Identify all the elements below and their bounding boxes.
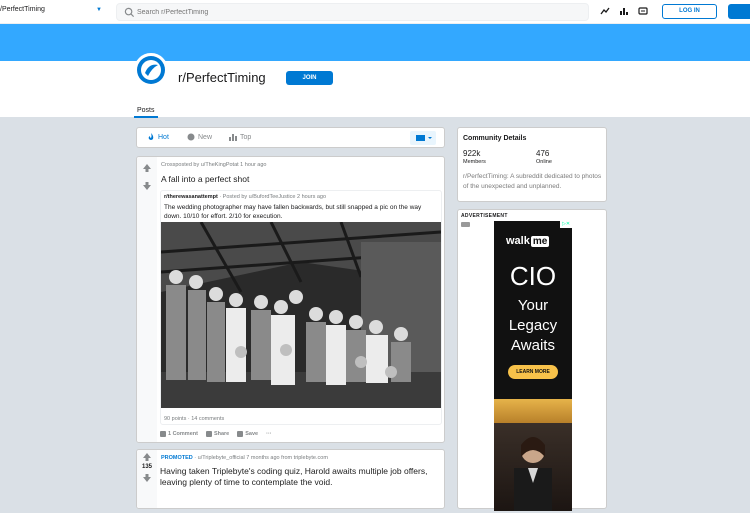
community-details-card: Community Details 922k Members 476 Onlin…	[457, 127, 607, 202]
upvote-icon[interactable]	[143, 453, 151, 461]
stats-icon[interactable]	[619, 6, 629, 16]
downvote-icon[interactable]	[143, 474, 151, 482]
flame-icon	[148, 133, 154, 140]
sort-bar: Hot New Top	[136, 127, 445, 148]
crosspost-stats: 90 points · 14 comments	[164, 416, 225, 422]
trending-icon[interactable]	[600, 6, 610, 16]
page-title: r/PerfectTiming	[178, 70, 266, 85]
sparkle-icon	[187, 133, 195, 141]
search-bar[interactable]	[116, 3, 589, 21]
vote-count: 135	[141, 464, 152, 470]
community-logo-icon	[137, 56, 165, 84]
ad-brand-box: me	[530, 236, 550, 247]
vote-column: 135	[137, 450, 157, 508]
community-details-title: Community Details	[463, 135, 527, 142]
sort-top[interactable]: Top	[229, 133, 251, 141]
crosspost-subreddit[interactable]: r/therewasanattempt	[164, 194, 218, 200]
comment-icon	[160, 431, 166, 437]
ad-line-1: Your	[517, 297, 549, 314]
ad-learn-more-button[interactable]: LEARN MORE	[508, 365, 558, 379]
share-label: Share	[213, 431, 230, 437]
promoted-badge: PROMOTED	[161, 455, 193, 461]
post-title[interactable]: A fall into a perfect shot	[161, 174, 249, 184]
bookmark-icon	[237, 431, 244, 437]
crosspost-meta: Crossposted by u/TheKingPotat 1 hour ago	[161, 162, 267, 168]
ad-brand-text: walk	[506, 235, 530, 247]
ad-line-3: Awaits	[511, 337, 555, 354]
save-button[interactable]: Save	[237, 431, 258, 437]
chevron-down-icon: ▼	[96, 7, 102, 13]
ad-headline: CIO	[509, 261, 557, 291]
join-button[interactable]: JOIN	[286, 71, 333, 85]
post-image[interactable]	[161, 222, 441, 408]
card-view-icon	[416, 135, 432, 141]
crosspost-author-meta: · Posted by u/BufordTeeJustice 2 hours a…	[217, 194, 327, 200]
ad-choices-icon[interactable]	[461, 222, 470, 227]
ad-decor	[494, 399, 572, 423]
crosspost-card[interactable]: r/therewasanattempt · Posted by u/Buford…	[160, 190, 442, 425]
advertisement-label: ADVERTISEMENT	[461, 213, 508, 219]
vote-column	[137, 157, 157, 442]
ad-portrait-image	[494, 423, 572, 511]
sort-hot-label: Hot	[158, 133, 169, 141]
ad-banner[interactable]: ▷✕ walk me CIO Your Legacy Awaits LEARN M…	[494, 221, 572, 511]
comments-button[interactable]: 1 Comment	[160, 431, 198, 437]
members-count: 922k	[463, 149, 481, 158]
more-options-button[interactable]: ···	[266, 431, 272, 437]
crosspost-inner-meta: r/therewasanattempt · Posted by u/Buford…	[164, 194, 326, 200]
crosspost-text: The wedding photographer may have fallen…	[164, 204, 422, 220]
chat-icon[interactable]	[638, 6, 648, 16]
promoted-meta: PROMOTED · u/Triplebyte_official 7 month…	[161, 455, 328, 461]
members-label: Members	[463, 159, 486, 165]
share-icon	[205, 431, 212, 437]
ad-brand: walk me	[506, 235, 550, 247]
sort-new-label: New	[198, 133, 213, 141]
promoted-post-card[interactable]: 135 PROMOTED · u/Triplebyte_official 7 m…	[136, 449, 445, 509]
top-bar: /PerfectTiming ▼ LOG IN SI	[0, 0, 750, 24]
advertisement-card: ADVERTISEMENT ▷✕ walk me CIO Your Legacy …	[457, 209, 607, 511]
community-banner	[0, 24, 750, 61]
post-card[interactable]: Crossposted by u/TheKingPotat 1 hour ago…	[136, 156, 445, 443]
online-count: 476	[536, 149, 550, 158]
save-label: Save	[245, 431, 259, 437]
search-input[interactable]	[137, 6, 577, 18]
bar-chart-icon	[229, 134, 237, 141]
view-toggle-button[interactable]	[410, 131, 436, 145]
sort-new[interactable]: New	[187, 133, 212, 141]
tab-posts[interactable]: Posts	[134, 107, 158, 118]
post-title[interactable]: Having taken Triplebyte's coding quiz, H…	[160, 466, 430, 488]
share-button[interactable]: Share	[205, 431, 230, 437]
ad-line-2: Legacy	[508, 317, 558, 334]
community-selector-label: /PerfectTiming	[0, 6, 45, 13]
ad-close-icon[interactable]: ▷✕	[560, 221, 572, 228]
upvote-icon[interactable]	[143, 164, 151, 172]
login-button[interactable]: LOG IN	[662, 4, 717, 19]
search-icon	[124, 7, 135, 18]
sort-top-label: Top	[240, 133, 252, 141]
downvote-icon[interactable]	[143, 182, 151, 190]
community-avatar	[134, 53, 168, 87]
comments-label: 1 Comment	[168, 431, 198, 437]
promoted-author-meta: · u/Triplebyte_official 7 months ago fro…	[192, 455, 328, 461]
community-selector[interactable]: /PerfectTiming ▼	[0, 6, 104, 19]
community-description: r/PerfectTiming: A subreddit dedicated t…	[463, 173, 602, 190]
signup-button[interactable]: SI	[728, 4, 750, 19]
sort-hot[interactable]: Hot	[147, 133, 169, 141]
community-header	[0, 61, 750, 117]
online-label: Online	[536, 159, 552, 165]
post-actions: 1 Comment Share Save ···	[160, 431, 272, 437]
